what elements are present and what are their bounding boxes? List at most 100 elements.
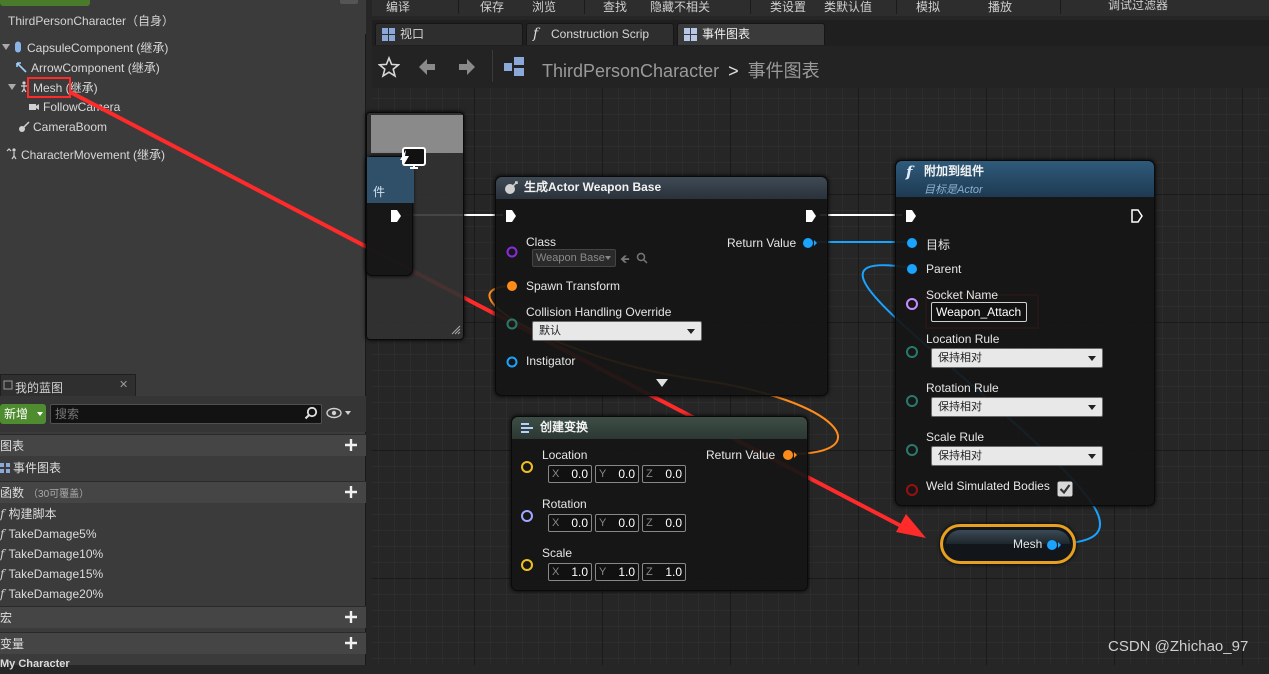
close-icon[interactable]: ✕ [119,378,128,391]
search-icon[interactable] [304,406,318,420]
class-pin[interactable] [506,246,518,258]
name-pin[interactable] [906,297,920,311]
exec-out-pin[interactable] [1131,209,1143,223]
toolbar-find[interactable]: 查找 [603,0,627,15]
component-charactermovement[interactable]: CharacterMovement (继承) [6,145,165,163]
enum-pin[interactable] [906,345,920,359]
socket-name-input[interactable]: Weapon_Attach [931,302,1027,322]
tab-viewport[interactable]: 视口 [375,23,523,45]
exec-out-pin[interactable] [390,209,402,223]
toolbar-hide-unrelated[interactable]: 隐藏不相关 [650,0,710,15]
scale-rule-select[interactable]: 保持相对 [931,446,1103,466]
partial-node[interactable]: 件 [366,156,414,276]
location-rule-select[interactable]: 保持相对 [931,348,1103,368]
location-y-field[interactable]: Y 0.0 [595,465,639,483]
scale-z-field[interactable]: Z 1.0 [642,563,686,581]
mesh-variable-node[interactable]: Mesh [940,524,1076,564]
field-value: 1.0 [571,565,588,579]
variable-category[interactable]: My Character [0,654,70,674]
function-item[interactable]: f TakeDamage20% [0,584,103,604]
location-x-field[interactable]: X 0.0 [548,465,592,483]
section-variables[interactable]: 变量 [0,632,366,654]
my-blueprint-tab[interactable]: 我的蓝图 ✕ [0,374,136,396]
expand-arrow-icon[interactable] [8,84,16,90]
toolbar-browse[interactable]: 浏览 [532,0,556,15]
section-macros[interactable]: 宏 [0,606,366,628]
function-item[interactable]: f TakeDamage15% [0,564,103,584]
component-followcamera[interactable]: FollowCamera [28,98,120,116]
enum-pin[interactable] [906,394,920,408]
rotation-x-field[interactable]: X 0.0 [548,514,592,532]
components-options-button[interactable] [340,0,358,4]
collision-handling-select[interactable]: 默认 [532,321,702,341]
object-out-pin[interactable] [802,237,818,249]
add-icon[interactable] [344,610,358,624]
toolbar-debug-filter[interactable]: 调试过滤器 [1108,0,1168,13]
section-graphs[interactable]: 图表 [0,434,366,456]
rotation-z-field[interactable]: Z 0.0 [642,514,686,532]
struct-pin[interactable] [506,280,520,292]
expand-arrow-icon[interactable] [2,44,10,50]
object-pin[interactable] [506,356,522,368]
search-input[interactable]: 搜索 [50,404,322,424]
toolbar-save[interactable]: 保存 [480,0,504,15]
scale-x-field[interactable]: X 1.0 [548,563,592,581]
graph-item-event-graph[interactable]: 事件图表 [0,458,61,478]
object-pin[interactable] [906,237,920,249]
component-arrow[interactable]: ArrowComponent (继承) [16,58,160,76]
add-icon[interactable] [344,438,358,452]
rotator-pin[interactable] [521,509,535,523]
bool-pin[interactable] [906,483,920,497]
exec-out-pin[interactable] [805,209,817,223]
location-z-field[interactable]: Z 0.0 [642,465,686,483]
axis-label: Y [599,517,607,529]
breadcrumb-root[interactable]: ThirdPersonCharacter [542,61,719,81]
use-selected-icon[interactable]: 🡸 [620,250,630,271]
function-item[interactable]: f 构建脚本 [0,504,56,524]
vector-pin[interactable] [521,558,535,572]
component-cameraboom[interactable]: CameraBoom [18,118,107,136]
add-icon[interactable] [344,636,358,650]
expand-advanced-icon[interactable] [656,379,668,387]
browse-icon[interactable] [636,252,648,264]
exec-in-pin[interactable] [905,209,917,223]
object-out-pin[interactable] [1046,539,1062,551]
struct-out-pin[interactable] [782,449,798,461]
tab-construction-script[interactable]: f Construction Scrip [526,23,674,45]
exec-in-pin[interactable] [505,209,517,223]
weld-checkbox[interactable] [1057,481,1073,497]
add-new-button[interactable]: 新增 [0,404,46,424]
forward-arrow-icon[interactable] [456,56,478,78]
function-item[interactable]: f TakeDamage5% [0,524,97,544]
attach-to-component-node[interactable]: f 附加到组件 目标是Actor 目标 Parent Socket Name W… [895,160,1155,506]
enum-pin[interactable] [506,318,518,330]
view-options-icon[interactable] [326,407,354,419]
component-capsule[interactable]: CapsuleComponent (继承) [2,38,168,56]
component-mesh[interactable]: Mesh (继承) [8,78,98,96]
collision-handling-label: Collision Handling Override [526,305,672,319]
vector-pin[interactable] [521,460,535,474]
add-icon[interactable] [344,485,358,499]
toolbar-class-settings[interactable]: 类设置 [770,0,806,15]
star-icon[interactable] [378,56,400,78]
spawn-actor-node[interactable]: 生成Actor Weapon Base Class Weapon Base 🡸 … [495,176,828,396]
function-item[interactable]: f TakeDamage10% [0,544,103,564]
toolbar-play[interactable]: 播放 [988,0,1012,15]
rotation-y-field[interactable]: Y 0.0 [595,514,639,532]
scale-y-field[interactable]: Y 1.0 [595,563,639,581]
transform-node-title: 创建变换 [540,420,589,434]
components-root-label[interactable]: ThirdPersonCharacter（自身） [8,12,174,29]
class-select[interactable]: Weapon Base [532,249,616,267]
section-functions[interactable]: 函数 （30可覆盖） [0,481,366,503]
back-arrow-icon[interactable] [416,56,438,78]
object-pin[interactable] [906,263,920,275]
rotation-rule-select[interactable]: 保持相对 [931,397,1103,417]
enum-pin[interactable] [906,443,920,457]
tab-event-graph[interactable]: 事件图表 [677,23,825,45]
toolbar-class-defaults[interactable]: 类默认值 [824,0,872,15]
toolbar-simulate[interactable]: 模拟 [916,0,940,15]
add-component-button[interactable] [0,0,90,6]
toolbar-compile[interactable]: 编译 [386,0,410,15]
make-transform-node[interactable]: 创建变换 Location X 0.0 Y 0.0 Z 0.0 Return Valu… [511,416,808,591]
resize-grip-icon[interactable] [451,325,461,335]
